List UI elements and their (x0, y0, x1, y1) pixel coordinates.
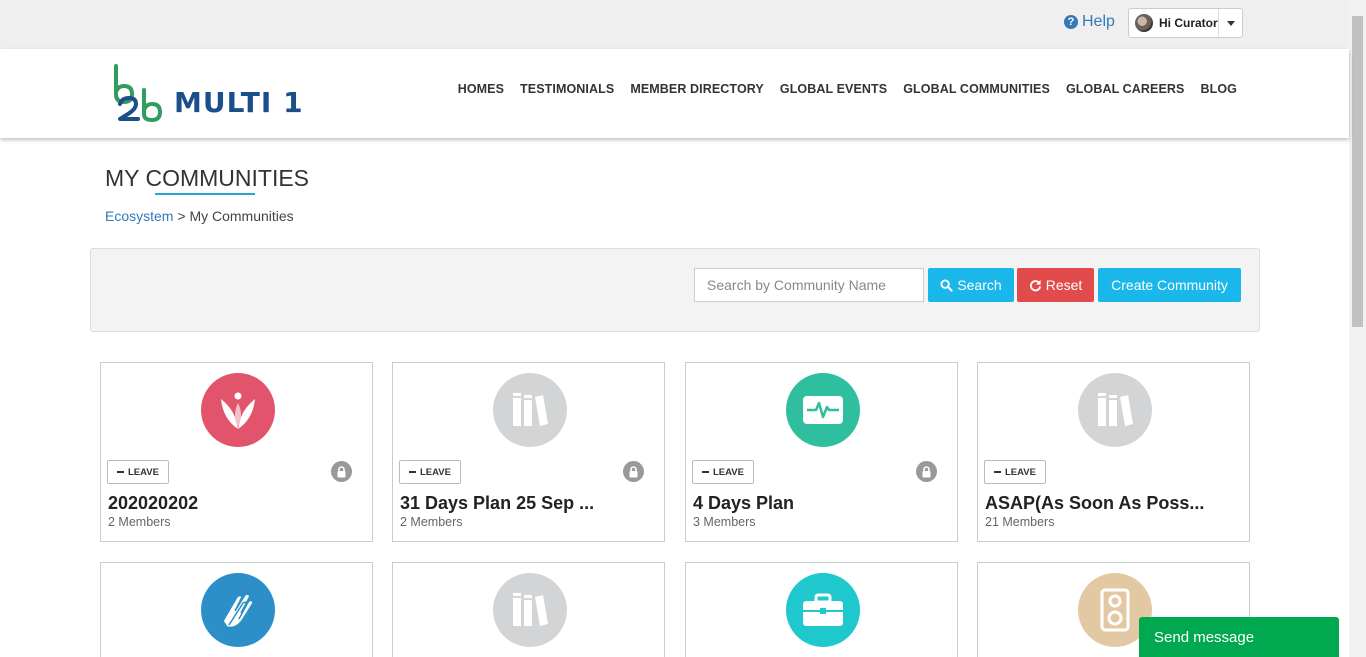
community-member-count: 2 Members (400, 515, 463, 529)
minus-icon (117, 471, 124, 473)
community-name[interactable]: 202020202 (108, 493, 198, 514)
search-icon (940, 278, 953, 292)
leave-button-label: LEAVE (420, 466, 451, 478)
reset-button[interactable]: Reset (1017, 268, 1094, 302)
help-link[interactable]: ? Help (1064, 13, 1115, 31)
nav-testimonials[interactable]: TESTIMONIALS (520, 82, 614, 96)
scrollbar-thumb[interactable] (1352, 16, 1363, 327)
lock-icon (623, 461, 644, 482)
minus-icon (409, 471, 416, 473)
search-panel: Search Reset Create Community (90, 248, 1260, 332)
top-utility-bar: ? Help Hi Curator (0, 0, 1349, 49)
community-name[interactable]: ASAP(As Soon As Poss... (985, 493, 1204, 514)
community-search-input[interactable] (694, 268, 924, 302)
nav-blog[interactable]: BLOG (1200, 82, 1237, 96)
refresh-icon (1029, 279, 1041, 291)
create-community-button[interactable]: Create Community (1098, 268, 1241, 302)
community-card[interactable] (100, 562, 373, 657)
logo-text: MULTI 1 (174, 86, 304, 119)
leave-button[interactable]: LEAVE (984, 460, 1046, 484)
breadcrumb-current: My Communities (189, 208, 294, 224)
send-message-widget[interactable]: Send message (1139, 617, 1339, 657)
search-button-label: Search (957, 277, 1002, 293)
books-icon (493, 573, 567, 647)
user-menu-button[interactable]: Hi Curator (1128, 8, 1243, 38)
leave-button[interactable]: LEAVE (399, 460, 461, 484)
community-card[interactable] (392, 562, 665, 657)
community-member-count: 2 Members (108, 515, 171, 529)
community-member-count: 21 Members (985, 515, 1055, 529)
heartbeat-monitor-icon (786, 373, 860, 447)
create-community-label: Create Community (1111, 277, 1228, 293)
lock-icon (916, 461, 937, 482)
praying-hands-icon (201, 573, 275, 647)
community-card[interactable]: LEAVE 202020202 2 Members (100, 362, 373, 542)
minus-icon (702, 471, 709, 473)
community-name[interactable]: 31 Days Plan 25 Sep ... (400, 493, 594, 514)
community-card[interactable]: LEAVE ASAP(As Soon As Poss... 21 Members (977, 362, 1250, 542)
community-name[interactable]: 4 Days Plan (693, 493, 794, 514)
leave-button[interactable]: LEAVE (692, 460, 754, 484)
nav-member-directory[interactable]: MEMBER DIRECTORY (630, 82, 764, 96)
title-underline (155, 193, 255, 195)
site-logo[interactable]: MULTI 1 (112, 64, 312, 124)
question-circle-icon: ? (1064, 15, 1078, 29)
main-nav: HOMES TESTIMONIALS MEMBER DIRECTORY GLOB… (458, 82, 1237, 96)
lotus-icon (201, 373, 275, 447)
community-card[interactable]: LEAVE 4 Days Plan 3 Members (685, 362, 958, 542)
page-title: MY COMMUNITIES (105, 165, 310, 191)
nav-global-careers[interactable]: GLOBAL CAREERS (1066, 82, 1185, 96)
leave-button[interactable]: LEAVE (107, 460, 169, 484)
breadcrumb: Ecosystem > My Communities (105, 208, 294, 224)
community-card[interactable]: LEAVE 31 Days Plan 25 Sep ... 2 Members (392, 362, 665, 542)
briefcase-icon (786, 573, 860, 647)
user-greeting: Hi Curator (1159, 16, 1218, 30)
avatar (1135, 14, 1153, 32)
breadcrumb-ecosystem[interactable]: Ecosystem (105, 208, 173, 224)
help-label: Help (1082, 13, 1115, 30)
community-member-count: 3 Members (693, 515, 756, 529)
nav-global-events[interactable]: GLOBAL EVENTS (780, 82, 887, 96)
reset-button-label: Reset (1045, 277, 1083, 293)
lock-icon (331, 461, 352, 482)
main-navbar: MULTI 1 HOMES TESTIMONIALS MEMBER DIRECT… (0, 49, 1349, 138)
minus-icon (994, 471, 1001, 473)
nav-global-communities[interactable]: GLOBAL COMMUNITIES (903, 82, 1050, 96)
search-button[interactable]: Search (928, 268, 1014, 302)
nav-homes[interactable]: HOMES (458, 82, 504, 96)
leave-button-label: LEAVE (713, 466, 744, 478)
leave-button-label: LEAVE (128, 466, 159, 478)
books-icon (1078, 373, 1152, 447)
user-menu-main[interactable]: Hi Curator (1129, 9, 1219, 37)
leave-button-label: LEAVE (1005, 466, 1036, 478)
books-icon (493, 373, 567, 447)
chevron-down-icon[interactable] (1219, 21, 1242, 26)
breadcrumb-separator: > (177, 208, 186, 224)
community-card[interactable] (685, 562, 958, 657)
page-scrollbar[interactable] (1349, 0, 1366, 657)
